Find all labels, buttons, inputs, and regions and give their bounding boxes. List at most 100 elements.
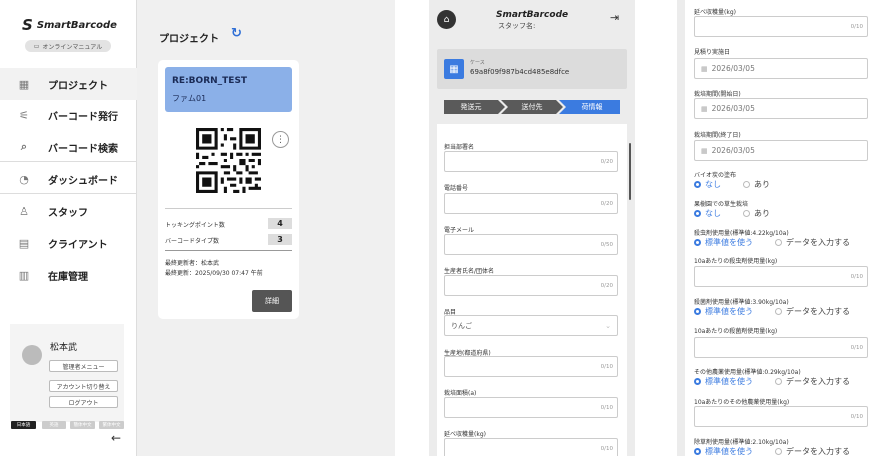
date-value: 2026/03/05 [711,64,755,73]
admin-menu-button[interactable]: 管理者メニュー [49,360,118,372]
email-input[interactable]: 0/50 [444,234,618,255]
lang-english[interactable]: 英語 [42,421,66,429]
radio-label[interactable]: なし [705,208,721,219]
divider [165,250,292,251]
radio-label[interactable]: 標準値を使う [705,446,753,456]
online-manual-label: オンラインマニュアル [42,43,103,51]
radio-unselected[interactable] [775,239,782,246]
field-label: 果樹園での草生栽培 [694,201,749,208]
radio-selected[interactable] [694,447,701,455]
sidebar-item-label: クライアント [48,239,108,251]
radio-unselected[interactable] [775,447,782,455]
divider [165,208,292,209]
fungicide-input[interactable]: 0/10 [694,337,868,358]
radio-label[interactable]: 標準値を使う [705,306,753,317]
field-label: 10aあたりの殺菌剤使用量(kg) [694,328,778,335]
radio-unselected[interactable] [775,378,782,385]
staff-name-label: スタッフ名: [498,22,536,30]
step-destination[interactable]: 送付先 [505,100,559,114]
detail-button[interactable]: 詳細 [252,290,292,312]
field-label: 除草剤使用量(標準値:2.10kg/10a) [694,439,789,446]
logout-button[interactable]: ログアウト [49,396,118,408]
phone-input[interactable]: 0/20 [444,193,618,214]
sidebar-item-project[interactable]: ▦ プロジェクト [0,68,137,100]
sidebar-item-label: ダッシュボード [48,175,118,187]
radio-label[interactable]: あり [754,208,770,219]
radio-label[interactable]: データを入力する [786,237,850,248]
grid-icon: ▦ [18,77,30,91]
radio-selected[interactable] [694,378,701,385]
sidebar-item-barcode-issue[interactable]: ⚟ バーコード発行 [0,99,137,131]
radio-label[interactable]: あり [754,179,770,190]
other-pesticide-radio-group: 標準値を使う データを入力する [694,376,850,387]
sidebar-item-inventory[interactable]: ▥ 在庫管理 [0,259,137,291]
refresh-icon[interactable]: ↻ [231,26,242,41]
radio-selected[interactable] [694,210,701,217]
scrollbar[interactable] [629,143,631,200]
item-select[interactable]: りんご ⌄ [444,315,618,336]
radio-unselected[interactable] [775,308,782,315]
producer-name-input[interactable]: 0/20 [444,275,618,296]
char-counter: 0/10 [600,404,613,411]
biochar-radio-group: なし あり [694,179,770,190]
field-label: バイオ炭の塗布 [694,172,737,179]
department-input[interactable]: 0/20 [444,151,618,172]
cultivation-area-input[interactable]: 0/10 [444,397,618,418]
prefecture-input[interactable]: 0/10 [444,356,618,377]
radio-selected[interactable] [694,181,701,188]
char-counter: 0/10 [850,344,863,351]
online-manual-button[interactable]: ▭ オンラインマニュアル [25,40,111,52]
chevron-down-icon: ⌄ [605,321,611,330]
lang-simplified-chinese[interactable]: 簡体中文 [70,421,95,429]
estimate-date-input[interactable]: ▦ 2026/03/05 [694,58,868,79]
date-value: 2026/03/05 [711,104,755,113]
logout-icon[interactable]: ⇥ [610,11,619,24]
book-icon: ▭ [33,42,40,50]
qr-code-icon [196,128,261,193]
card-subtitle: ファム01 [172,94,207,103]
radio-label[interactable]: データを入力する [786,446,850,456]
radio-label[interactable]: データを入力する [786,306,850,317]
start-date-input[interactable]: ▦ 2026/03/05 [694,98,868,119]
switch-account-button[interactable]: アカウント切り替え [49,380,118,392]
field-label: 10aあたりの殺虫剤使用量(kg) [694,258,778,265]
insecticide-radio-group: 標準値を使う データを入力する [694,237,850,248]
card-header [165,67,292,112]
app-logo[interactable]: S SmartBarcode [22,16,122,34]
stat-label: バーコードタイプ数 [165,238,220,245]
more-options-icon[interactable]: ⋮ [272,131,289,148]
field-label: 担当部署名 [444,144,475,151]
step-package-info[interactable]: 荷情報 [565,100,619,114]
radio-label[interactable]: なし [705,179,721,190]
other-pesticide-input[interactable]: 0/10 [694,406,868,427]
avatar [22,345,42,365]
sidebar-item-dashboard[interactable]: ◔ ダッシュボード [0,163,137,195]
radio-selected[interactable] [694,308,701,315]
char-counter: 0/10 [850,413,863,420]
radio-label[interactable]: データを入力する [786,376,850,387]
radio-unselected[interactable] [743,210,750,217]
char-counter: 0/20 [600,282,613,289]
harvest-input[interactable]: 0/10 [694,16,868,37]
sidebar-item-client[interactable]: ▤ クライアント [0,227,137,259]
harvest-input[interactable]: 0/10 [444,438,618,456]
radio-unselected[interactable] [743,181,750,188]
radio-label[interactable]: 標準値を使う [705,237,753,248]
sidebar-item-staff[interactable]: ♙ スタッフ [0,195,137,227]
home-icon[interactable]: ⌂ [437,10,456,29]
insecticide-input[interactable]: 0/10 [694,266,868,287]
radio-label[interactable]: 標準値を使う [705,376,753,387]
field-label: 10aあたりのその他農薬使用量(kg) [694,399,790,406]
client-icon: ▤ [18,236,30,250]
sidebar-item-barcode-search[interactable]: ⌕ バーコード検索 [0,131,137,163]
back-arrow-icon[interactable]: ← [111,431,121,445]
end-date-input[interactable]: ▦ 2026/03/05 [694,140,868,161]
stat-label: トッキングポイント数 [165,222,225,229]
char-counter: 0/10 [600,445,613,452]
sidebar-item-label: 在庫管理 [48,271,88,283]
lang-traditional-chinese[interactable]: 繁体中文 [99,421,124,429]
step-sender[interactable]: 発送元 [444,100,498,114]
lang-japanese[interactable]: 日本語 [11,421,36,429]
radio-selected[interactable] [694,239,701,246]
char-counter: 0/10 [850,273,863,280]
